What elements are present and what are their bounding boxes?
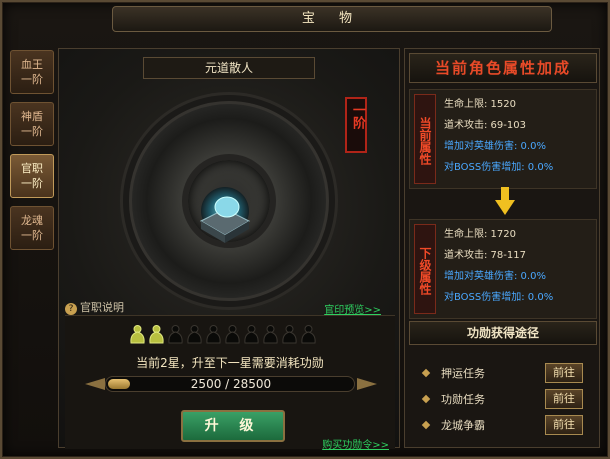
attr-hp-next: 生命上限: 1720 — [444, 229, 516, 240]
star-empty-icon — [282, 325, 297, 344]
tab-divine-shield[interactable]: 神盾 一阶 — [10, 102, 54, 146]
merit-sources-title: 功勋获得途径 — [409, 321, 597, 345]
attr-hero-dmg-next: 增加对英雄伤害: 0.0% — [444, 271, 546, 282]
bar-cap-right-icon — [357, 378, 377, 390]
merit-progress-text: 2500 / 28500 — [190, 377, 272, 391]
bullet-icon — [421, 394, 431, 404]
tab-label: 龙魂 — [21, 214, 43, 227]
merit-source-label: 龙城争霸 — [441, 419, 485, 432]
current-attributes-label: 当前属性 — [414, 94, 436, 184]
star-empty-icon — [301, 325, 316, 344]
merit-source-siege: 龙城争霸 前往 — [413, 413, 593, 437]
treasure-window: 宝 物 X 血王 一阶 神盾 一阶 官职 一阶 龙魂 一阶 元道散人 一阶 — [0, 0, 610, 459]
tab-official-rank[interactable]: 官职 一阶 — [10, 154, 54, 198]
star-row — [129, 324, 317, 344]
bullet-icon — [421, 420, 431, 430]
merit-progress-bar: 2500 / 28500 — [105, 376, 355, 392]
attribute-panel: 当前角色属性加成 当前属性 生命上限: 1520 道术攻击: 69-103 增加… — [404, 48, 600, 448]
current-attribute-list: 生命上限: 1520 道术攻击: 69-103 增加对英雄伤害: 0.0% 对B… — [444, 94, 553, 178]
bar-cap-left-icon — [85, 378, 105, 390]
next-attributes-label: 下级属性 — [414, 224, 436, 314]
merit-source-escort: 押运任务 前往 — [413, 361, 593, 385]
arrow-down-icon — [495, 187, 515, 215]
current-attributes: 当前属性 生命上限: 1520 道术攻击: 69-103 增加对英雄伤害: 0.… — [409, 89, 597, 189]
seal-preview-link[interactable]: 官印预览>> — [324, 301, 381, 316]
attribute-panel-title: 当前角色属性加成 — [409, 53, 597, 83]
star-status-text: 当前2星，升至下一星需要消耗功勋 — [136, 356, 324, 370]
character-name: 元道散人 — [143, 57, 315, 79]
attr-attack-next: 道术攻击: 78-117 — [444, 250, 526, 261]
go-escort-button[interactable]: 前往 — [545, 363, 583, 383]
upgrade-section: 当前2星，升至下一星需要消耗功勋 2500 / 28500 升 级 购买功勋令>… — [65, 315, 395, 451]
tab-label: 血王 — [21, 58, 43, 71]
attr-boss-dmg-next: 对BOSS伤害增加: 0.0% — [444, 292, 554, 303]
rank-help-link[interactable]: ? 官职说明 — [65, 299, 124, 315]
star-empty-icon — [225, 325, 240, 344]
star-filled-icon — [149, 325, 164, 344]
tab-tier: 一阶 — [21, 73, 43, 86]
star-empty-icon — [244, 325, 259, 344]
merit-source-label: 押运任务 — [441, 367, 485, 380]
tab-blood-king[interactable]: 血王 一阶 — [10, 50, 54, 94]
treasure-display-panel: 元道散人 一阶 ? 官职说明 官印预览>> 当前2星，升至下一星需要消耗功勋 2… — [58, 48, 400, 451]
tab-tier: 一阶 — [21, 229, 43, 242]
buy-merit-link[interactable]: 购买功勋令>> — [322, 436, 389, 451]
rank-help-label: 官职说明 — [80, 301, 124, 314]
go-quest-button[interactable]: 前往 — [545, 389, 583, 409]
merit-source-quest: 功勋任务 前往 — [413, 387, 593, 411]
rank-seal-text: 一阶 — [350, 103, 365, 129]
attr-hp-current: 生命上限: 1520 — [444, 99, 516, 110]
attr-boss-dmg-current: 对BOSS伤害增加: 0.0% — [444, 162, 554, 173]
star-empty-icon — [187, 325, 202, 344]
tab-tier: 一阶 — [21, 125, 43, 138]
tab-tier: 一阶 — [21, 177, 43, 190]
attr-attack-current: 道术攻击: 69-103 — [444, 120, 526, 131]
rank-seal: 一阶 — [345, 97, 367, 153]
merit-source-label: 功勋任务 — [441, 393, 485, 406]
attr-hero-dmg-current: 增加对英雄伤害: 0.0% — [444, 141, 546, 152]
next-attributes: 下级属性 生命上限: 1720 道术攻击: 78-117 增加对英雄伤害: 0.… — [409, 219, 597, 319]
go-siege-button[interactable]: 前往 — [545, 415, 583, 435]
tab-label: 神盾 — [21, 110, 43, 123]
upgrade-button[interactable]: 升 级 — [181, 410, 285, 442]
official-seal-icon — [199, 187, 251, 243]
star-filled-icon — [130, 325, 145, 344]
next-attribute-list: 生命上限: 1720 道术攻击: 78-117 增加对英雄伤害: 0.0% 对B… — [444, 224, 553, 308]
treasure-tabs: 血王 一阶 神盾 一阶 官职 一阶 龙魂 一阶 — [10, 50, 54, 258]
help-icon: ? — [65, 303, 77, 315]
tab-dragon-soul[interactable]: 龙魂 一阶 — [10, 206, 54, 250]
bullet-icon — [421, 368, 431, 378]
star-empty-icon — [263, 325, 278, 344]
tab-label: 官职 — [21, 162, 43, 175]
star-empty-icon — [168, 325, 183, 344]
window-title: 宝 物 — [112, 6, 552, 32]
star-empty-icon — [206, 325, 221, 344]
